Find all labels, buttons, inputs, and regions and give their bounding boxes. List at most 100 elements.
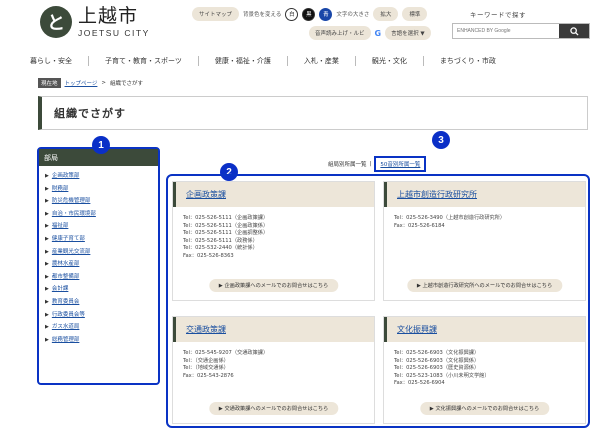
sidebar-item[interactable]: ▶ 財務部 — [45, 183, 152, 196]
section-title-link[interactable]: 交通政策課 — [186, 324, 226, 335]
search-button[interactable] — [559, 24, 589, 38]
nav-item-childcare[interactable]: 子育て・教育・スポーツ — [88, 56, 198, 66]
arrow-right-icon: ▶ — [45, 198, 49, 205]
contact-line: Tel：025-526-6903（歴史資源係） — [394, 365, 480, 372]
breadcrumb-separator: > — [101, 80, 107, 86]
nav-item-health[interactable]: 健康・福祉・介護 — [197, 56, 287, 66]
sidebar-list: ▶ 企画政策部 ▶ 財務部 ▶ 防災危機管理部 ▶ 自治・市民環境部 ▶ 福祉部 ▶ 健康子育て部 ▶ 産… — [39, 166, 158, 350]
joetsu-logo-icon: と — [40, 6, 72, 38]
nav-item-living[interactable]: 暮らし・安全 — [30, 56, 88, 66]
arrow-right-icon: ▶ — [45, 286, 49, 293]
page-title-box: 組織でさがす — [38, 96, 588, 130]
accessibility-tools: サイトマップ 背景色を変える 白 黒 青 文字の大きさ 拡大 標準 — [192, 7, 428, 21]
breadcrumb-home-link[interactable]: トップページ — [65, 79, 98, 87]
sidebar-item-label: 企画政策部 — [51, 173, 80, 179]
sidebar-item-label: 健康子育て部 — [51, 235, 85, 242]
sidebar-item[interactable]: ▶ 総務管理部 — [45, 334, 152, 347]
contact-line: Tel：025-526-3490（上越市創造行政研究所） — [394, 215, 506, 221]
arrow-right-icon: ▶ — [45, 298, 49, 305]
sidebar-item[interactable]: ▶ 福祉部 — [45, 220, 152, 233]
site-header: と 上越市 JOETSU CITY サイトマップ 背景色を変える 白 黒 青 文… — [0, 0, 600, 48]
contact-line: Fax：025-543-2876 — [183, 372, 234, 379]
sidebar-item[interactable]: ▶ 産業観光交流部 — [45, 246, 152, 259]
global-nav: 暮らし・安全 子育て・教育・スポーツ 健康・福祉・介護 入札・産業 観光・文化 … — [30, 52, 580, 70]
email-inquiry-button[interactable]: ▶ 文化振興課へのメールでのお問合せはこちら — [419, 402, 550, 415]
bureau-list-link[interactable]: 組局別所属一覧 — [328, 160, 367, 168]
bg-blue-button[interactable]: 青 — [319, 7, 333, 21]
sidebar-item[interactable]: ▶ 農林水産部 — [45, 258, 152, 271]
section-title-link[interactable]: 企画政策課 — [186, 189, 226, 200]
sidebar-item-label: 会計課 — [51, 286, 69, 293]
sidebar-item-label: 福祉部 — [51, 223, 69, 230]
breadcrumb: 現在地 トップページ > 組織でさがす — [38, 78, 143, 88]
sidebar-item-label: 都市整備部 — [51, 273, 80, 280]
sidebar-item-label: 財務部 — [51, 185, 69, 192]
secondary-tools: 音声読み上げ・ルビ G 言語を選択 ▼ — [309, 26, 431, 40]
arrow-right-icon: ▶ — [45, 311, 49, 318]
list-links: 組局別所属一覧 | 50音別所属一覧 — [328, 156, 427, 172]
sidebar-item[interactable]: ▶ 自治・市民環境部 — [45, 208, 152, 221]
search-icon — [569, 26, 579, 36]
email-inquiry-button[interactable]: ▶ 交通政策課へのメールでのお問合せはこちら — [208, 402, 339, 415]
sidebar-item[interactable]: ▶ 行政委員会等 — [45, 309, 152, 322]
contact-line: Tel：025-526-6903（文化振興課） — [394, 350, 480, 356]
contact-line: Tel：（地域交通係） — [183, 365, 229, 372]
bg-black-button[interactable]: 黒 — [302, 7, 316, 21]
section-card: 上越市創造行政研究所 Tel：025-526-3490（上越市創造行政研究所） … — [383, 181, 586, 301]
sidebar-item-label: 総務管理部 — [51, 336, 80, 343]
bg-color-label: 背景色を変える — [243, 12, 282, 18]
contact-line: Tel：025-523-1083（小川未明文学館） — [394, 372, 490, 379]
annotation-badge-1: 1 — [92, 136, 110, 154]
contact-line: Tel：025-532-2440（統計係） — [183, 245, 258, 252]
sidebar-item-label: 行政委員会等 — [51, 311, 85, 318]
contact-line: Fax：025-526-8363 — [183, 252, 234, 259]
contact-line: Tel：025-545-9207（交通政策課） — [183, 350, 269, 356]
section-title-link[interactable]: 上越市創造行政研究所 — [397, 189, 477, 200]
sidebar-item-label: 農林水産部 — [51, 261, 80, 268]
breadcrumb-current: 組織でさがす — [110, 81, 144, 87]
read-aloud-button[interactable]: 音声読み上げ・ルビ — [309, 26, 371, 40]
email-inquiry-button[interactable]: ▶ 上越市創造行政研究所へのメールでのお問合せはこちら — [406, 279, 563, 292]
kana-list-link[interactable]: 50音別所属一覧 — [374, 156, 427, 172]
bg-white-button[interactable]: 白 — [285, 7, 299, 21]
sidebar-item[interactable]: ▶ 健康子育て部 — [45, 233, 152, 246]
email-inquiry-button[interactable]: ▶ 企画政策課へのメールでのお問合せはこちら — [208, 279, 339, 292]
nav-item-industry[interactable]: 入札・産業 — [286, 56, 355, 66]
contact-line: Tel：025-526-5111（企画政策課） — [183, 215, 269, 221]
contact-line: Tel：025-526-5111（企画調整係） — [183, 230, 269, 237]
arrow-right-icon: ▶ — [45, 173, 49, 179]
sidebar-item-label: 教育委員会 — [51, 298, 80, 305]
section-card: 文化振興課 Tel：025-526-6903（文化振興課） Tel：025-52… — [383, 316, 586, 424]
sidebar-item[interactable]: ▶ 都市整備部 — [45, 271, 152, 284]
department-sidebar: 部局 ▶ 企画政策部 ▶ 財務部 ▶ 防災危機管理部 ▶ 自治・市民環境部 ▶ 福祉部 ▶ 健康子育て… — [37, 147, 160, 385]
section-card: 企画政策課 Tel：025-526-5111（企画政策課） Tel：025-52… — [172, 181, 375, 301]
sidebar-item[interactable]: ▶ ガス水道局 — [45, 321, 152, 334]
logo-name-en: JOETSU CITY — [78, 27, 150, 38]
search-label: キーワードで探す — [470, 11, 526, 19]
site-logo[interactable]: と 上越市 JOETSU CITY — [40, 6, 150, 38]
arrow-right-icon: ▶ — [45, 185, 49, 192]
arrow-right-icon: ▶ — [45, 223, 49, 230]
arrow-right-icon: ▶ — [45, 210, 49, 217]
language-select[interactable]: 言語を選択 ▼ — [385, 26, 431, 40]
arrow-right-icon: ▶ — [45, 248, 49, 255]
sidebar-item-label: ガス水道局 — [51, 324, 80, 331]
sidebar-item[interactable]: ▶ 企画政策部 — [45, 170, 152, 183]
breadcrumb-current-tag: 現在地 — [38, 78, 61, 88]
sidebar-item-label: 防災危機管理部 — [51, 198, 91, 205]
sitemap-button[interactable]: サイトマップ — [192, 7, 240, 21]
contact-line: Fax：025-526-6184 — [394, 222, 445, 229]
search-input[interactable] — [453, 24, 559, 38]
annotation-badge-3: 3 — [432, 131, 450, 149]
enlarge-text-button[interactable]: 拡大 — [373, 7, 399, 21]
sidebar-item-label: 自治・市民環境部 — [51, 210, 96, 217]
sidebar-item[interactable]: ▶ 会計課 — [45, 283, 152, 296]
nav-item-tourism[interactable]: 観光・文化 — [354, 56, 423, 66]
standard-text-button[interactable]: 標準 — [402, 7, 428, 21]
arrow-right-icon: ▶ — [45, 324, 49, 331]
sidebar-item[interactable]: ▶ 教育委員会 — [45, 296, 152, 309]
nav-item-city[interactable]: まちづくり・市政 — [422, 56, 512, 66]
arrow-right-icon: ▶ — [45, 336, 49, 343]
sidebar-item[interactable]: ▶ 防災危機管理部 — [45, 195, 152, 208]
section-title-link[interactable]: 文化振興課 — [397, 324, 437, 335]
